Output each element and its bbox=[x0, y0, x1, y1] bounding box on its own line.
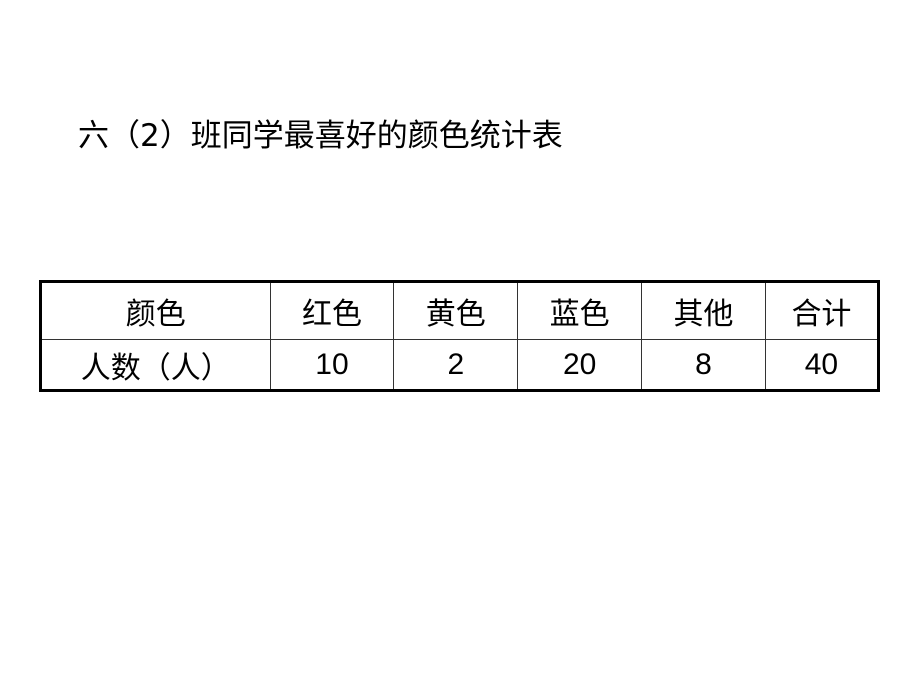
value-cell-yellow: 2 bbox=[393, 339, 519, 391]
value-cell-other: 8 bbox=[641, 339, 766, 391]
value-cell-red: 10 bbox=[269, 339, 395, 391]
header-cell-yellow: 黄色 bbox=[393, 281, 519, 340]
header-cell-red: 红色 bbox=[269, 281, 395, 340]
table-title: 六（2）班同学最喜好的颜色统计表 bbox=[78, 118, 563, 154]
row-label-count: 人数（人） bbox=[40, 339, 271, 391]
header-cell-blue: 蓝色 bbox=[517, 281, 643, 340]
table-row-count: 人数（人） 10 2 20 8 40 bbox=[40, 339, 880, 391]
value-cell-total: 40 bbox=[764, 339, 880, 391]
color-statistics-table: 颜色 红色 黄色 蓝色 其他 合计 人数（人） 10 2 20 8 40 bbox=[39, 280, 880, 392]
header-cell-color: 颜色 bbox=[40, 281, 271, 340]
table-header-row: 颜色 红色 黄色 蓝色 其他 合计 bbox=[40, 281, 880, 340]
value-cell-blue: 20 bbox=[517, 339, 643, 391]
header-cell-total: 合计 bbox=[764, 281, 880, 340]
header-cell-other: 其他 bbox=[641, 281, 766, 340]
